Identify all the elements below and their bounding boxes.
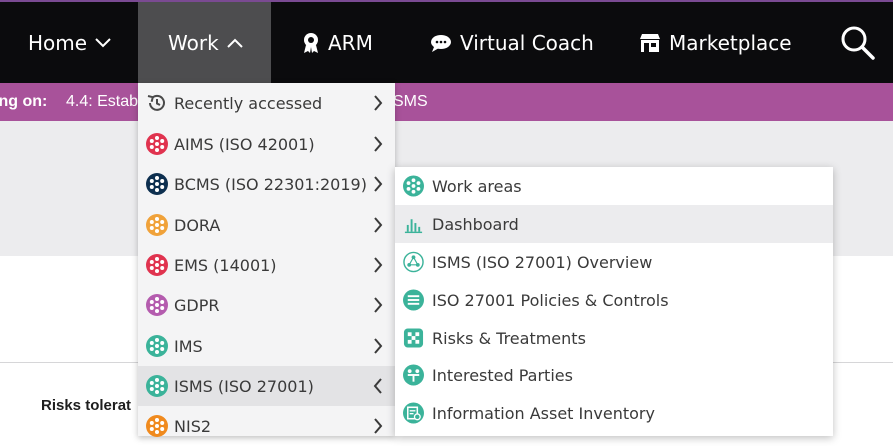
- menu-item-nis2[interactable]: NIS2: [138, 406, 395, 446]
- submenu-item-risks-treatments[interactable]: Risks & Treatments: [395, 319, 833, 357]
- menu-item-label: EMS (14001): [174, 255, 277, 275]
- working-on-value-tail[interactable]: SMS: [393, 93, 428, 111]
- submenu-item-label: Dashboard: [432, 214, 519, 234]
- menu-item-isms[interactable]: ISMS (ISO 27001): [138, 366, 395, 406]
- nav-virtual-coach[interactable]: Virtual Coach: [430, 2, 594, 83]
- store-icon: [640, 33, 660, 52]
- chevron-down-icon: [95, 37, 111, 47]
- dots-circle-icon: [146, 214, 168, 236]
- dots-circle-icon: [146, 375, 168, 397]
- dots-circle-icon: [146, 254, 168, 276]
- menu-item-gdpr[interactable]: GDPR: [138, 285, 395, 325]
- menu-item-label: BCMS (ISO 22301:2019): [174, 174, 367, 194]
- chevron-right-icon: [374, 297, 383, 313]
- dots-circle-icon: [146, 335, 168, 357]
- nav-marketplace[interactable]: Marketplace: [639, 2, 792, 83]
- submenu-item-label: Information Asset Inventory: [432, 403, 655, 423]
- menu-item-label: AIMS (ISO 42001): [174, 134, 315, 154]
- nav-work-label: Work: [168, 30, 219, 55]
- nav-home-label: Home: [28, 30, 88, 55]
- nav-home[interactable]: Home: [28, 2, 111, 83]
- menu-item-recently-accessed[interactable]: Recently accessed: [138, 83, 395, 123]
- menu-item-label: Recently accessed: [174, 93, 323, 113]
- network-icon: [403, 251, 424, 273]
- people-icon: [403, 364, 424, 386]
- bar-chart-icon: [404, 219, 423, 234]
- menu-item-ems[interactable]: EMS (14001): [138, 245, 395, 285]
- menu-item-ims[interactable]: IMS: [138, 326, 395, 366]
- menu-item-aims[interactable]: AIMS (ISO 42001): [138, 124, 395, 164]
- working-on-value[interactable]: 4.4: Estab: [66, 93, 138, 111]
- dots-circle-icon: [146, 173, 168, 195]
- chevron-right-icon: [374, 176, 383, 192]
- menu-item-dora[interactable]: DORA: [138, 205, 395, 245]
- chevron-up-icon: [226, 38, 243, 48]
- submenu-item-label: Interested Parties: [432, 365, 573, 385]
- search-icon: [841, 26, 875, 60]
- menu-item-bcms[interactable]: BCMS (ISO 22301:2019): [138, 164, 395, 204]
- chevron-right-icon: [374, 338, 383, 354]
- dots-circle-icon: [146, 133, 168, 155]
- submenu-item-label: Risks & Treatments: [432, 328, 586, 348]
- nav-arm[interactable]: ARM: [302, 2, 373, 83]
- top-navigation: Home Work ARM Virtual Coach Marketplace: [0, 0, 893, 83]
- working-on-bar: ing on: 4.4: Estab SMS: [0, 83, 893, 121]
- dots-circle-icon: [146, 294, 168, 316]
- isms-submenu: Work areas Dashboard ISMS (ISO 27001) Ov…: [395, 167, 833, 436]
- menu-item-label: DORA: [174, 215, 221, 235]
- chevron-right-icon: [374, 257, 383, 273]
- menu-item-label: ISMS (ISO 27001): [174, 376, 314, 396]
- menu-item-label: IMS: [174, 336, 203, 356]
- work-dropdown-menu: Recently accessed AIMS (ISO 42001) BCMS …: [138, 83, 395, 437]
- search-button[interactable]: [840, 2, 876, 83]
- submenu-item-dashboard[interactable]: Dashboard: [395, 205, 833, 243]
- menu-item-label: NIS2: [174, 416, 212, 436]
- submenu-item-asset-inventory[interactable]: Information Asset Inventory: [395, 394, 833, 432]
- submenu-item-policies-controls[interactable]: ISO 27001 Policies & Controls: [395, 281, 833, 319]
- risks-tolerated-label: Risks tolerat: [41, 397, 132, 414]
- chevron-right-icon: [374, 217, 383, 233]
- dots-circle-icon: [146, 415, 168, 437]
- submenu-item-label: ISMS (ISO 27001) Overview: [432, 252, 653, 272]
- submenu-item-label: Work areas: [432, 176, 522, 196]
- submenu-item-work-areas[interactable]: Work areas: [395, 167, 833, 205]
- work-areas-icon: [403, 175, 424, 197]
- submenu-item-isms-overview[interactable]: ISMS (ISO 27001) Overview: [395, 243, 833, 281]
- nav-virtual-coach-label: Virtual Coach: [460, 30, 594, 55]
- nav-marketplace-label: Marketplace: [669, 30, 792, 55]
- working-on-label: ing on:: [0, 93, 48, 110]
- chat-bubble-icon: [431, 34, 451, 52]
- grid-icon: [403, 328, 424, 348]
- submenu-item-label: ISO 27001 Policies & Controls: [432, 290, 669, 310]
- nav-work[interactable]: Work: [138, 2, 271, 83]
- nav-arm-label: ARM: [328, 30, 373, 55]
- list-icon: [403, 289, 424, 311]
- award-ribbon-icon: [304, 32, 318, 53]
- chevron-right-icon: [374, 418, 383, 434]
- chevron-right-icon: [374, 136, 383, 152]
- chevron-left-icon: [373, 378, 382, 394]
- chevron-right-icon: [374, 95, 383, 111]
- submenu-item-interested-parties[interactable]: Interested Parties: [395, 356, 833, 394]
- menu-item-label: GDPR: [174, 295, 220, 315]
- history-icon: [147, 94, 165, 111]
- inventory-icon: [403, 402, 424, 424]
